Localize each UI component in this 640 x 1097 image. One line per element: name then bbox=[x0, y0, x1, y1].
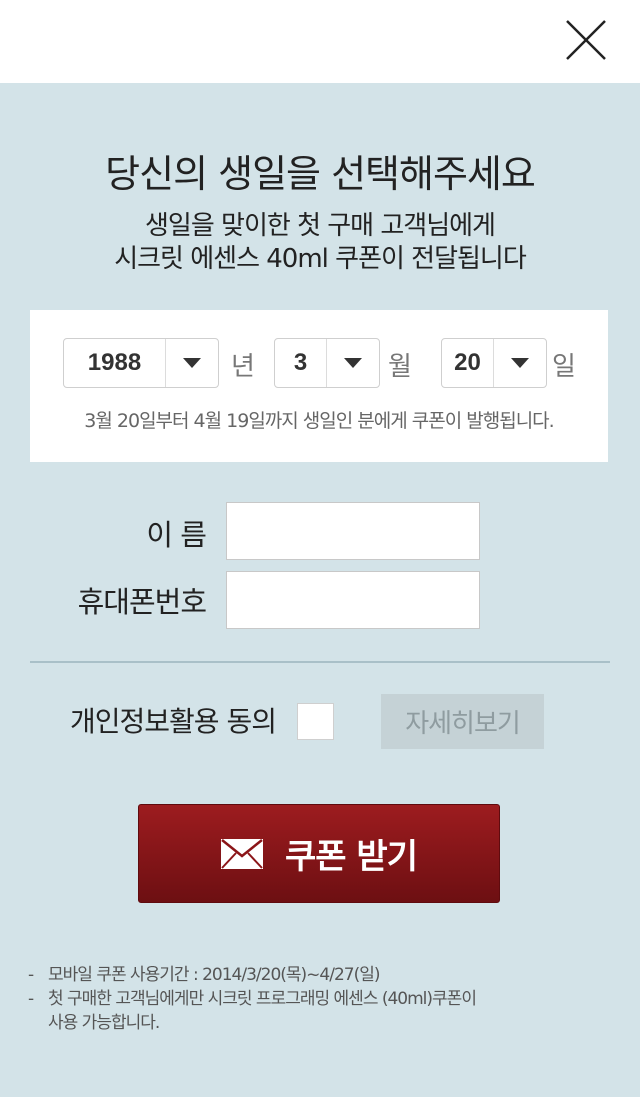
close-icon[interactable] bbox=[564, 18, 608, 62]
name-input[interactable] bbox=[226, 502, 480, 560]
year-value: 1988 bbox=[64, 339, 166, 387]
year-select[interactable]: 1988 bbox=[63, 338, 219, 388]
month-unit: 월 bbox=[388, 352, 412, 382]
name-label: 이 름 bbox=[146, 518, 207, 552]
birthday-notice: 3월 20일부터 4월 19일까지 생일인 분에게 쿠폰이 발행됩니다. bbox=[84, 410, 554, 432]
subtitle-line-2: 시크릿 에센스 40ml 쿠폰이 전달됩니다 bbox=[114, 244, 527, 274]
month-value: 3 bbox=[275, 339, 327, 387]
envelope-icon bbox=[221, 838, 264, 869]
birthday-panel: 1988 년 3 월 20 일 3월 20일부터 4월 19일까지 생일인 분에… bbox=[30, 310, 608, 462]
note-dash: - bbox=[28, 989, 34, 1009]
notes: - 모바일 쿠폰 사용기간 : 2014/3/20(목)~4/27(일) - 첫… bbox=[28, 963, 477, 1035]
note-dash: - bbox=[28, 965, 34, 985]
note-item: - 모바일 쿠폰 사용기간 : 2014/3/20(목)~4/27(일) bbox=[28, 963, 476, 987]
page-title: 당신의 생일을 선택해주세요 bbox=[105, 152, 536, 196]
close-button[interactable] bbox=[564, 18, 608, 62]
detail-button[interactable]: 자세히보기 bbox=[381, 694, 544, 749]
phone-input[interactable] bbox=[226, 571, 480, 629]
get-coupon-button[interactable]: 쿠폰 받기 bbox=[138, 804, 500, 903]
chevron-down-icon[interactable] bbox=[327, 339, 379, 387]
day-value: 20 bbox=[442, 339, 494, 387]
phone-label: 휴대폰번호 bbox=[77, 585, 207, 619]
day-select[interactable]: 20 bbox=[441, 338, 547, 388]
year-unit: 년 bbox=[231, 352, 255, 382]
consent-label: 개인정보활용 동의 bbox=[70, 705, 277, 738]
chevron-down-icon[interactable] bbox=[494, 339, 546, 387]
subtitle-line-1: 생일을 맞이한 첫 구매 고객님에게 bbox=[145, 211, 496, 241]
divider bbox=[30, 661, 610, 663]
note-text: 모바일 쿠폰 사용기간 : 2014/3/20(목)~4/27(일) bbox=[48, 965, 380, 985]
day-unit: 일 bbox=[552, 352, 576, 382]
note-text: 사용 가능합니다. bbox=[48, 1013, 160, 1033]
note-text: 첫 구매한 고객님에게만 시크릿 프로그래밍 에센스 (40ml)쿠폰이 bbox=[48, 989, 477, 1009]
consent-checkbox[interactable] bbox=[297, 703, 334, 740]
coupon-button-label: 쿠폰 받기 bbox=[285, 837, 418, 877]
chevron-down-icon[interactable] bbox=[166, 339, 218, 387]
month-select[interactable]: 3 bbox=[274, 338, 380, 388]
top-bar bbox=[0, 0, 640, 83]
note-item: - 첫 구매한 고객님에게만 시크릿 프로그래밍 에센스 (40ml)쿠폰이 사… bbox=[28, 987, 477, 1035]
